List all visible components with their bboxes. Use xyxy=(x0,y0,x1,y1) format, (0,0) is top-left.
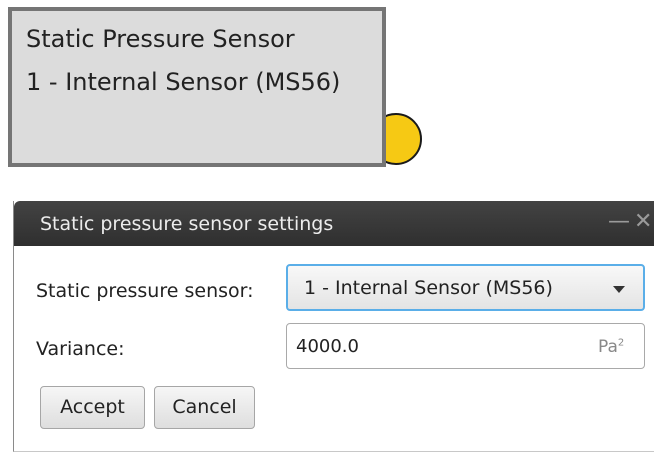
cancel-button[interactable]: Cancel xyxy=(154,386,255,429)
block-subtitle: 1 - Internal Sensor (MS56) xyxy=(26,68,341,96)
dialog-title: Static pressure sensor settings xyxy=(40,213,334,235)
close-icon[interactable]: ✕ xyxy=(634,209,652,234)
chevron-down-icon xyxy=(613,286,625,293)
sensor-label: Static pressure sensor: xyxy=(36,280,254,302)
variance-unit: Pa2 xyxy=(598,337,625,357)
settings-dialog: Static pressure sensor settings — ✕ Stat… xyxy=(13,201,654,452)
static-pressure-sensor-block[interactable]: Static Pressure Sensor 1 - Internal Sens… xyxy=(8,7,386,167)
variance-input[interactable]: 4000.0 Pa2 xyxy=(286,323,645,369)
sensor-select-value: 1 - Internal Sensor (MS56) xyxy=(304,277,553,299)
block-title: Static Pressure Sensor xyxy=(26,25,295,53)
accept-button[interactable]: Accept xyxy=(40,386,145,429)
variance-label: Variance: xyxy=(36,338,125,360)
variance-value: 4000.0 xyxy=(296,336,359,357)
dialog-titlebar[interactable]: Static pressure sensor settings — ✕ xyxy=(14,201,654,246)
minimize-icon[interactable]: — xyxy=(608,209,630,234)
sensor-select[interactable]: 1 - Internal Sensor (MS56) xyxy=(286,264,645,311)
